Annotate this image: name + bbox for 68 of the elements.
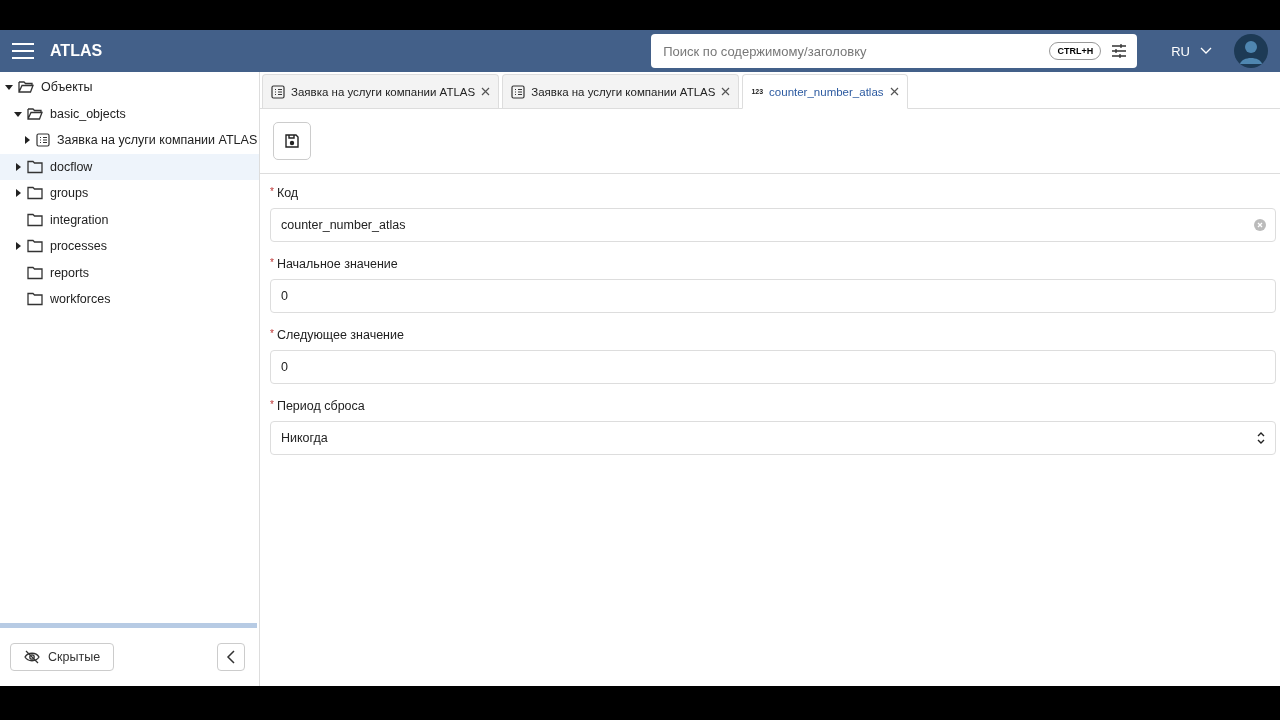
required-mark: * — [270, 257, 274, 270]
tab-label: counter_number_atlas — [769, 85, 884, 98]
folder-icon — [18, 80, 34, 95]
search-bar[interactable]: Поиск по содержимому/заголовку CTRL+H — [651, 34, 1138, 68]
tree-item[interactable]: integration — [0, 206, 259, 233]
menu-icon[interactable] — [12, 43, 34, 59]
tab[interactable]: Заявка на услуги компании ATLAS — [502, 74, 740, 108]
tree-item-label: integration — [50, 212, 109, 227]
tree-item-label: workforces — [50, 292, 111, 307]
required-mark: * — [270, 328, 274, 341]
field-label: Период сброса — [276, 399, 365, 413]
scrollbar[interactable] — [0, 623, 257, 628]
caret-right-icon[interactable] — [13, 241, 23, 252]
tree-item-label: reports — [50, 265, 89, 280]
collapse-sidebar-button[interactable] — [217, 643, 245, 671]
chevron-left-icon — [226, 650, 236, 664]
folder-icon — [27, 212, 43, 227]
tree-item[interactable]: Заявка на услуги компании ATLAS — [0, 127, 259, 154]
required-mark: * — [270, 186, 274, 199]
avatar[interactable] — [1234, 34, 1268, 68]
field-label: Следующее значение — [276, 328, 404, 342]
close-icon[interactable] — [889, 87, 899, 96]
close-icon[interactable] — [481, 87, 491, 96]
tree-item[interactable]: processes — [0, 233, 259, 260]
chevron-down-icon — [1200, 47, 1212, 55]
folder-icon — [27, 239, 43, 254]
input-field[interactable]: 0 — [270, 350, 1276, 384]
caret-right-icon[interactable] — [13, 188, 23, 199]
field-label: Код — [276, 186, 299, 200]
filter-settings-icon[interactable] — [1111, 44, 1128, 58]
eye-off-icon — [24, 650, 40, 664]
folder-icon — [27, 265, 43, 280]
tree-item-label: groups — [50, 186, 89, 201]
tab-label: Заявка на услуги компании ATLAS — [531, 85, 716, 98]
close-icon[interactable] — [721, 87, 731, 96]
tree-item-label: docflow — [50, 159, 93, 174]
input-field[interactable]: counter_number_atlas — [270, 208, 1276, 242]
tab[interactable]: Заявка на услуги компании ATLAS — [262, 74, 500, 108]
caret-right-icon[interactable] — [22, 135, 32, 146]
save-icon — [284, 133, 300, 149]
tree-item-label: basic_objects — [50, 106, 126, 121]
folder-icon — [27, 159, 43, 174]
save-button[interactable] — [273, 122, 311, 160]
folder-icon — [27, 292, 43, 307]
chevron-up-down-icon — [1257, 431, 1265, 445]
tree-item[interactable]: docflow — [0, 153, 259, 180]
select-field[interactable]: Никогда — [270, 421, 1276, 455]
tree-item-label: Объекты — [41, 80, 93, 95]
tab-label: Заявка на услуги компании ATLAS — [291, 85, 476, 98]
tree-item[interactable]: groups — [0, 180, 259, 207]
tree-item[interactable]: basic_objects — [0, 100, 259, 127]
tree-item[interactable]: reports — [0, 259, 259, 286]
app-title: ATLAS — [50, 42, 103, 60]
caret-right-icon[interactable] — [13, 161, 23, 172]
list-document-icon — [271, 84, 285, 99]
tree-item-label: Заявка на услуги компании ATLAS — [57, 133, 258, 148]
folder-icon — [27, 106, 43, 121]
hidden-items-button[interactable]: Скрытые — [10, 643, 115, 671]
tree-item[interactable]: Объекты — [0, 74, 259, 101]
language-dropdown[interactable]: RU — [1165, 42, 1218, 60]
tree-item[interactable]: workforces — [0, 286, 259, 313]
list-document-icon — [511, 84, 526, 99]
required-mark: * — [270, 399, 274, 412]
input-field[interactable]: 0 — [270, 279, 1276, 313]
tree-item-label: processes — [50, 239, 107, 254]
field-label: Начальное значение — [276, 257, 398, 271]
folder-icon — [27, 186, 43, 201]
list-document-icon — [36, 133, 50, 148]
